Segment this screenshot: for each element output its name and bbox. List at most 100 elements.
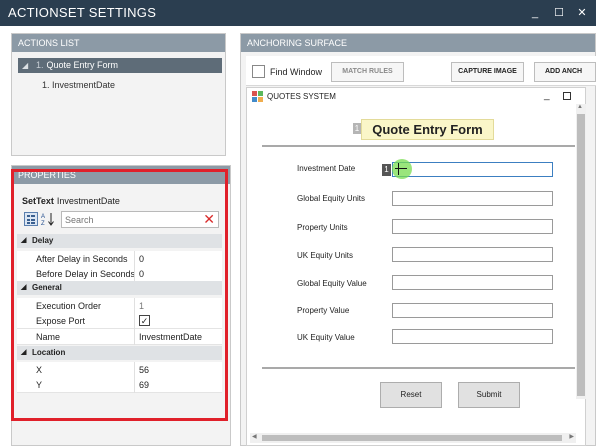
property-key: X	[36, 365, 43, 375]
collapse-triangle-icon[interactable]: ◢	[21, 346, 26, 360]
field-label: UK Equity Value	[297, 333, 355, 342]
property-key: Name	[36, 332, 61, 342]
property-key: After Delay in Seconds	[36, 254, 128, 264]
horizontal-scrollbar[interactable]: ◀ ▶	[250, 433, 576, 443]
property-row[interactable]: Before Delay in Seconds 0	[17, 266, 222, 282]
find-window-label: Find Window	[270, 67, 323, 77]
field-label: UK Equity Units	[297, 251, 354, 260]
property-value[interactable]: 0	[139, 254, 144, 264]
property-row[interactable]: X 56	[17, 362, 222, 378]
property-key: Execution Order	[36, 301, 102, 311]
property-action-target: InvestmentDate	[56, 196, 120, 206]
maximize-icon[interactable]: ☐	[550, 4, 568, 22]
category-label: General	[32, 283, 62, 292]
property-value[interactable]: InvestmentDate	[139, 332, 202, 342]
collapse-triangle-icon[interactable]: ◢	[21, 281, 26, 295]
property-row[interactable]: After Delay in Seconds 0	[17, 251, 222, 267]
action-item-number: 1.	[36, 60, 44, 70]
global-equity-value-input[interactable]	[392, 275, 553, 290]
collapse-triangle-icon[interactable]: ◢	[21, 234, 26, 248]
uk-equity-units-input[interactable]	[392, 247, 553, 262]
scroll-up-icon[interactable]: ▲	[577, 104, 583, 110]
category-label: Delay	[32, 236, 54, 245]
property-action-type: SetText	[22, 196, 54, 206]
column-divider	[134, 298, 135, 314]
field-label: Investment Date	[297, 164, 356, 173]
property-units-input[interactable]	[392, 219, 553, 234]
investment-date-input[interactable]	[392, 162, 553, 177]
property-key: Y	[36, 380, 43, 390]
column-divider	[134, 266, 135, 282]
category-location[interactable]: ◢ Location	[17, 346, 222, 360]
app-window-icon	[252, 91, 263, 102]
column-divider	[134, 362, 135, 378]
text-cursor-icon	[398, 163, 399, 175]
property-row[interactable]: Expose Port ✓	[17, 313, 222, 329]
actions-list-header: ACTIONS LIST	[12, 34, 225, 52]
category-label: Location	[32, 348, 66, 357]
property-value[interactable]: 0	[139, 269, 144, 279]
action-child-investment-date[interactable]: 1. InvestmentDate	[42, 80, 115, 90]
crosshair-icon	[395, 168, 407, 169]
property-value: 1	[139, 301, 145, 311]
property-subject: SetText InvestmentDate	[22, 196, 120, 206]
property-value[interactable]: 69	[139, 380, 149, 390]
anchor-badge: 1	[353, 123, 361, 134]
property-key: Before Delay in Seconds	[36, 269, 136, 279]
collapse-icon[interactable]: ◢	[22, 58, 28, 73]
hscrollbar-thumb[interactable]	[262, 435, 562, 441]
add-anchor-button[interactable]: ADD ANCH	[534, 62, 596, 82]
action-item-label: Quote Entry Form	[46, 60, 119, 70]
property-row[interactable]: Name InvestmentDate	[17, 329, 222, 345]
property-search-input[interactable]	[62, 212, 192, 227]
svg-text:A: A	[41, 214, 45, 220]
column-divider	[134, 329, 135, 345]
field-label: Property Value	[297, 306, 350, 315]
property-key: Expose Port	[36, 316, 86, 326]
field-label: Global Equity Units	[297, 194, 366, 203]
uk-equity-value-input[interactable]	[392, 329, 553, 344]
capture-image-button[interactable]: CAPTURE IMAGE	[451, 62, 524, 82]
anchoring-surface-header: ANCHORING SURFACE	[241, 34, 595, 52]
svg-text:Z: Z	[41, 221, 45, 226]
quotes-window-title: QUOTES SYSTEM	[267, 92, 336, 101]
field-label: Global Equity Value	[297, 279, 367, 288]
property-value[interactable]: 56	[139, 365, 149, 375]
global-equity-units-input[interactable]	[392, 191, 553, 206]
minimize-icon[interactable]: _	[526, 4, 544, 22]
divider-top	[262, 145, 575, 147]
category-general[interactable]: ◢ General	[17, 281, 222, 295]
categorized-view-icon[interactable]	[24, 212, 38, 226]
window-title-bar: ACTIONSET SETTINGS _ ☐ ✕	[0, 0, 596, 26]
column-divider	[134, 313, 135, 329]
sort-alphabetical-icon[interactable]: A Z	[41, 212, 55, 226]
property-row[interactable]: Y 69	[17, 377, 222, 393]
divider-bottom	[262, 367, 575, 369]
scroll-right-icon[interactable]: ▶	[569, 433, 574, 440]
column-divider	[134, 251, 135, 267]
column-divider	[134, 377, 135, 393]
category-delay[interactable]: ◢ Delay	[17, 234, 222, 248]
field-label: Property Units	[297, 223, 348, 232]
actions-list-panel: ACTIONS LIST ◢ 1. Quote Entry Form 1. Inv…	[11, 33, 226, 156]
click-target-marker	[392, 159, 412, 179]
scrollbar-thumb[interactable]	[577, 114, 585, 396]
quotes-maximize-icon	[563, 92, 571, 100]
property-search-box[interactable]: ✕	[61, 211, 219, 228]
clear-search-icon[interactable]: ✕	[203, 212, 215, 227]
match-rules-button[interactable]: MATCH RULES	[331, 62, 404, 82]
form-heading: Quote Entry Form	[361, 119, 494, 140]
action-item-quote-entry-form[interactable]: ◢ 1. Quote Entry Form	[18, 58, 222, 73]
expose-port-checkbox[interactable]: ✓	[139, 315, 150, 326]
close-icon[interactable]: ✕	[573, 4, 591, 22]
scroll-left-icon[interactable]: ◀	[252, 433, 257, 440]
quotes-minimize-icon: _	[544, 90, 550, 101]
find-window-checkbox[interactable]	[252, 65, 265, 78]
submit-button[interactable]: Submit	[458, 382, 520, 408]
field-anchor-badge: 1	[382, 164, 391, 176]
reset-button[interactable]: Reset	[380, 382, 442, 408]
vertical-scrollbar[interactable]: ▲	[576, 104, 586, 399]
property-value-input[interactable]	[392, 303, 553, 318]
window-title: ACTIONSET SETTINGS	[8, 5, 157, 20]
property-row[interactable]: Execution Order 1	[17, 298, 222, 314]
